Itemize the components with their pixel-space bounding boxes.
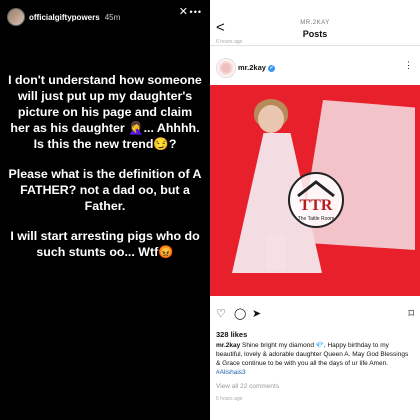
avatar[interactable] <box>216 58 236 78</box>
heart-icon[interactable]: ♡ <box>216 307 226 320</box>
svg-text:The Tattle Room: The Tattle Room <box>298 216 335 222</box>
story-message: I don't understand how someone will just… <box>8 72 202 274</box>
close-icon[interactable]: ✕ <box>179 5 188 18</box>
share-icon[interactable]: ➤ <box>252 307 261 320</box>
bookmark-icon[interactable]: ⌑ <box>408 307 414 320</box>
caption: mr.2kay Shine bright my diamond 💎, Happy… <box>216 341 414 377</box>
photo-legs <box>266 235 286 270</box>
story-paragraph-1: I don't understand how someone will just… <box>8 73 202 151</box>
previous-post-time: 6 hours ago <box>216 39 243 45</box>
avatar[interactable] <box>7 8 25 26</box>
page-title: Posts <box>302 29 328 39</box>
post-panel: < MR.2KAY Posts 6 hours ago mr.2kay ✓ ⋮ … <box>210 0 420 420</box>
post-image[interactable]: TTR The Tattle Room <box>210 85 420 296</box>
story-time: 45m <box>104 12 121 22</box>
top-bar: < MR.2KAY Posts 6 hours ago <box>210 0 420 46</box>
account-label: MR.2KAY <box>300 20 330 26</box>
caption-text: Shine bright my diamond 💎, Happy birthda… <box>216 342 409 367</box>
caption-hashtag[interactable]: #Alishais3 <box>216 369 246 376</box>
story-username[interactable]: officialgiftypowers <box>29 13 100 22</box>
more-options-icon[interactable]: ••• <box>190 7 202 17</box>
action-bar: ♡ ◯ ➤ ⌑ <box>216 307 414 321</box>
post-time: 6 hours ago <box>216 396 243 402</box>
story-paragraph-2: Please what is the definition of A FATHE… <box>8 167 202 213</box>
post-header: mr.2kay ✓ ⋮ <box>210 58 420 80</box>
post-username-text[interactable]: mr.2kay <box>238 63 266 72</box>
story-paragraph-3: I will start arresting pigs who do such … <box>10 229 200 259</box>
svg-text:TTR: TTR <box>300 197 333 214</box>
watermark-logo: TTR The Tattle Room <box>288 172 344 228</box>
story-header: officialgiftypowers 45m <box>7 8 120 26</box>
view-comments-link[interactable]: View all 22 comments <box>216 383 279 390</box>
photo-head <box>258 105 284 133</box>
story-panel: officialgiftypowers 45m ✕ ••• I don't un… <box>0 0 210 420</box>
more-options-icon[interactable]: ⋮ <box>404 60 413 71</box>
comment-icon[interactable]: ◯ <box>234 307 246 320</box>
post-username[interactable]: mr.2kay ✓ <box>238 63 276 72</box>
caption-username[interactable]: mr.2kay <box>216 342 240 349</box>
likes-count[interactable]: 328 likes <box>216 330 247 339</box>
verified-icon: ✓ <box>268 64 276 72</box>
